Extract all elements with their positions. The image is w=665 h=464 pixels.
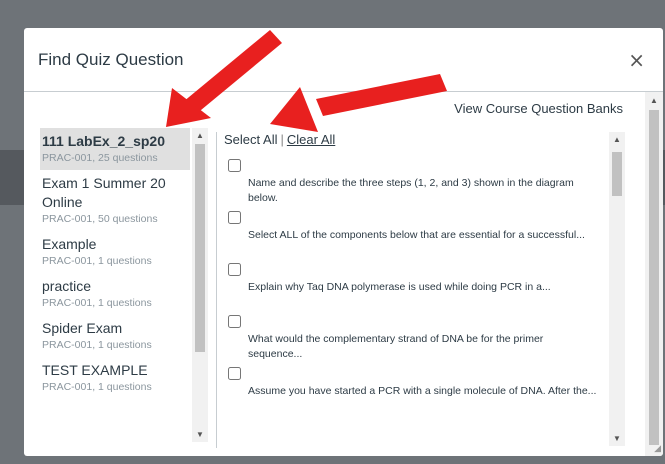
bank-meta: PRAC-001, 1 questions: [42, 255, 152, 267]
bank-meta: PRAC-001, 50 questions: [42, 213, 158, 225]
find-quiz-question-dialog: Find Quiz Question × View Course Questio…: [24, 28, 663, 456]
question-item: Assume you have started a PCR with a sin…: [226, 364, 604, 416]
scrollbar-thumb[interactable]: [649, 110, 659, 445]
question-text: What would the complementary strand of D…: [248, 333, 544, 360]
select-all-link[interactable]: Select All: [224, 132, 277, 147]
bank-meta: PRAC-001, 1 questions: [42, 381, 152, 393]
bank-name: TEST EXAMPLE: [42, 362, 148, 378]
bank-item-test-example[interactable]: TEST EXAMPLE PRAC-001, 1 questions: [40, 357, 190, 399]
question-item: Explain why Taq DNA polymerase is used w…: [226, 260, 604, 312]
dialog-header: Find Quiz Question ×: [24, 28, 663, 92]
bank-name: 111 LabEx_2_sp20: [42, 133, 165, 149]
scroll-up-arrow-icon[interactable]: ▲: [196, 131, 204, 140]
bank-name: Spider Exam: [42, 320, 123, 336]
bank-item-spider-exam[interactable]: Spider Exam PRAC-001, 1 questions: [40, 315, 190, 357]
question-list-scrollbar[interactable]: ▲ ▼: [609, 132, 625, 446]
scroll-up-arrow-icon[interactable]: ▲: [613, 135, 621, 144]
separator: |: [280, 132, 284, 147]
column-divider: [216, 132, 217, 448]
question-list: Name and describe the three steps (1, 2,…: [226, 156, 604, 446]
question-item: Name and describe the three steps (1, 2,…: [226, 156, 604, 208]
question-text: Select ALL of the components below that …: [248, 229, 585, 241]
bank-item-practice[interactable]: practice PRAC-001, 1 questions: [40, 273, 190, 315]
clear-all-link[interactable]: Clear All: [287, 132, 335, 147]
question-text: Name and describe the three steps (1, 2,…: [248, 177, 574, 204]
scroll-up-arrow-icon[interactable]: ▲: [650, 96, 658, 105]
bank-meta: PRAC-001, 1 questions: [42, 297, 152, 309]
resize-grip-icon[interactable]: ◢: [654, 443, 661, 454]
question-checkbox[interactable]: [228, 211, 241, 224]
bank-name: practice: [42, 278, 92, 294]
question-text: Assume you have started a PCR with a sin…: [248, 385, 597, 397]
question-checkbox[interactable]: [228, 263, 241, 276]
bank-list-scrollbar[interactable]: ▲ ▼: [192, 128, 208, 442]
scroll-down-arrow-icon[interactable]: ▼: [613, 434, 621, 443]
view-course-question-banks-link[interactable]: View Course Question Banks: [454, 101, 623, 116]
scrollbar-thumb[interactable]: [612, 152, 622, 196]
bank-meta: PRAC-001, 25 questions: [42, 152, 158, 164]
scrollbar-thumb[interactable]: [195, 144, 205, 352]
close-button[interactable]: ×: [628, 48, 645, 72]
question-checkbox[interactable]: [228, 315, 241, 328]
bank-item-111-labex-2-sp20[interactable]: 111 LabEx_2_sp20 PRAC-001, 25 questions: [40, 128, 190, 170]
question-item: Select ALL of the components below that …: [226, 208, 604, 260]
select-controls: Select All | Clear All: [224, 132, 335, 147]
question-checkbox[interactable]: [228, 159, 241, 172]
dialog-title: Find Quiz Question: [38, 50, 184, 69]
question-bank-list: 111 LabEx_2_sp20 PRAC-001, 25 questions …: [40, 128, 190, 442]
background-bar: [0, 150, 24, 205]
dialog-scrollbar[interactable]: ▲ ◢: [645, 92, 663, 456]
question-item: What would the complementary strand of D…: [226, 312, 604, 364]
question-text: Explain why Taq DNA polymerase is used w…: [248, 281, 551, 293]
bank-item-example[interactable]: Example PRAC-001, 1 questions: [40, 231, 190, 273]
dialog-body: View Course Question Banks 111 LabEx_2_s…: [24, 92, 663, 456]
bank-item-exam-1-summer-20-online[interactable]: Exam 1 Summer 20 Online PRAC-001, 50 que…: [40, 170, 190, 231]
scroll-down-arrow-icon[interactable]: ▼: [196, 430, 204, 439]
bank-meta: PRAC-001, 1 questions: [42, 339, 152, 351]
question-checkbox[interactable]: [228, 367, 241, 380]
bank-name: Exam 1 Summer 20 Online: [42, 175, 166, 210]
bank-name: Example: [42, 236, 97, 252]
